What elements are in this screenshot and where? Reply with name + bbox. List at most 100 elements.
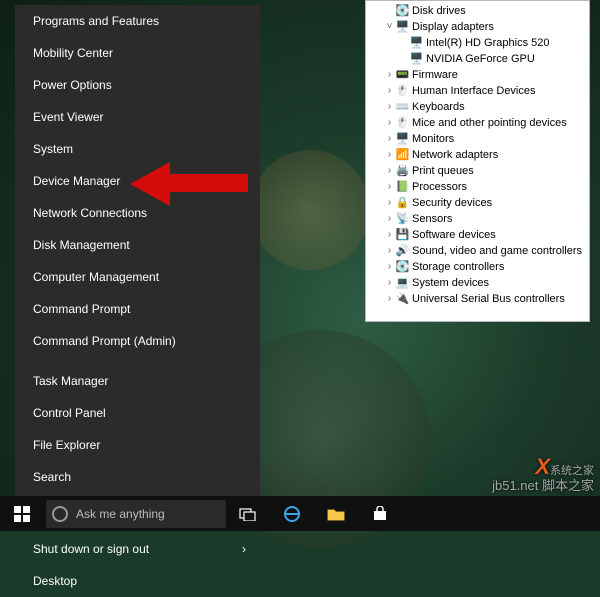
chevron-right-icon[interactable]: › xyxy=(384,243,395,259)
tree-node-keyboards[interactable]: ›⌨️Keyboards xyxy=(370,99,585,115)
device-icon: 📟 xyxy=(395,69,410,82)
tree-node-firmware[interactable]: ›📟Firmware xyxy=(370,67,585,83)
device-icon: ⌨️ xyxy=(395,101,410,114)
folder-icon xyxy=(327,507,345,521)
start-button[interactable] xyxy=(0,496,44,531)
tree-node-storage-controllers[interactable]: ›💽Storage controllers xyxy=(370,259,585,275)
winx-item-event-viewer[interactable]: Event Viewer xyxy=(15,101,260,133)
tree-label: Firmware xyxy=(410,67,458,83)
task-view-icon xyxy=(239,507,257,521)
tree-label: Human Interface Devices xyxy=(410,83,536,99)
tree-node-disk-drives[interactable]: 💽Disk drives xyxy=(370,3,585,19)
tree-node-network-adapters[interactable]: ›📶Network adapters xyxy=(370,147,585,163)
device-icon: 📶 xyxy=(395,149,410,162)
device-icon: 💽 xyxy=(395,261,410,274)
tree-label: Network adapters xyxy=(410,147,498,163)
tree-node-security-devices[interactable]: ›🔒Security devices xyxy=(370,195,585,211)
tree-node-nvidia-geforce-gpu[interactable]: 🖥️NVIDIA GeForce GPU xyxy=(370,51,585,67)
tree-node-universal-serial-bus-controllers[interactable]: ›🔌Universal Serial Bus controllers xyxy=(370,291,585,307)
tree-node-processors[interactable]: ›📗Processors xyxy=(370,179,585,195)
taskbar-app-edge[interactable] xyxy=(270,496,314,531)
chevron-right-icon[interactable]: › xyxy=(384,115,395,131)
device-icon: 💽 xyxy=(395,5,410,18)
tree-node-display-adapters[interactable]: ˅🖥️Display adapters xyxy=(370,19,585,35)
tree-node-intel-r-hd-graphics-520[interactable]: 🖥️Intel(R) HD Graphics 520 xyxy=(370,35,585,51)
cortana-search-box[interactable]: Ask me anything xyxy=(46,500,226,528)
tree-label: Processors xyxy=(410,179,467,195)
chevron-right-icon: › xyxy=(242,542,246,556)
device-icon: 🖥️ xyxy=(409,37,424,50)
tree-node-system-devices[interactable]: ›💻System devices xyxy=(370,275,585,291)
device-icon: 💾 xyxy=(395,229,410,242)
cortana-placeholder: Ask me anything xyxy=(76,507,165,521)
tree-node-monitors[interactable]: ›🖥️Monitors xyxy=(370,131,585,147)
device-manager-window: 💽Disk drives˅🖥️Display adapters🖥️Intel(R… xyxy=(365,0,590,322)
chevron-right-icon[interactable]: › xyxy=(384,83,395,99)
device-icon: 💻 xyxy=(395,277,410,290)
chevron-right-icon[interactable]: › xyxy=(384,195,395,211)
tree-label: Print queues xyxy=(410,163,474,179)
winx-item-system[interactable]: System xyxy=(15,133,260,165)
tree-node-sound-video-and-game-controllers[interactable]: ›🔊Sound, video and game controllers xyxy=(370,243,585,259)
winx-item-computer-management[interactable]: Computer Management xyxy=(15,261,260,293)
tree-label: Software devices xyxy=(410,227,496,243)
taskbar: Ask me anything xyxy=(0,496,600,531)
device-icon: 🖱️ xyxy=(395,117,410,130)
tree-label: Keyboards xyxy=(410,99,465,115)
winx-item-command-prompt[interactable]: Command Prompt xyxy=(15,293,260,325)
device-icon: 🖥️ xyxy=(409,53,424,66)
device-icon: 🖱️ xyxy=(395,85,410,98)
winx-item-desktop[interactable]: Desktop xyxy=(15,565,260,597)
chevron-right-icon[interactable]: › xyxy=(384,179,395,195)
tree-label: Display adapters xyxy=(410,19,494,35)
winx-item-programs-and-features[interactable]: Programs and Features xyxy=(15,5,260,37)
device-icon: 📡 xyxy=(395,213,410,226)
winx-item-shut-down-or-sign-out[interactable]: Shut down or sign out › xyxy=(15,533,260,565)
winx-item-file-explorer[interactable]: File Explorer xyxy=(15,429,260,461)
taskbar-app-store[interactable] xyxy=(358,496,402,531)
tree-label: Disk drives xyxy=(410,3,466,19)
winx-item-device-manager[interactable]: Device Manager xyxy=(15,165,260,197)
device-icon: 🔒 xyxy=(395,197,410,210)
winx-item-power-options[interactable]: Power Options xyxy=(15,69,260,101)
taskbar-app-explorer[interactable] xyxy=(314,496,358,531)
tree-label: System devices xyxy=(410,275,489,291)
chevron-right-icon[interactable]: › xyxy=(384,211,395,227)
tree-node-human-interface-devices[interactable]: ›🖱️Human Interface Devices xyxy=(370,83,585,99)
menu-label: Shut down or sign out xyxy=(33,542,149,556)
winx-item-command-prompt-admin[interactable]: Command Prompt (Admin) xyxy=(15,325,260,357)
chevron-right-icon[interactable]: › xyxy=(384,275,395,291)
tree-node-print-queues[interactable]: ›🖨️Print queues xyxy=(370,163,585,179)
winx-item-disk-management[interactable]: Disk Management xyxy=(15,229,260,261)
windows-logo-icon xyxy=(14,506,30,522)
tree-label: NVIDIA GeForce GPU xyxy=(424,51,535,67)
tree-node-sensors[interactable]: ›📡Sensors xyxy=(370,211,585,227)
chevron-right-icon[interactable]: › xyxy=(384,131,395,147)
device-icon: 🖥️ xyxy=(395,133,410,146)
tree-label: Storage controllers xyxy=(410,259,504,275)
chevron-right-icon[interactable]: › xyxy=(384,163,395,179)
tree-node-software-devices[interactable]: ›💾Software devices xyxy=(370,227,585,243)
tree-node-mice-and-other-pointing-devices[interactable]: ›🖱️Mice and other pointing devices xyxy=(370,115,585,131)
device-icon: 🔊 xyxy=(395,245,410,258)
cortana-ring-icon xyxy=(52,506,68,522)
winx-item-mobility-center[interactable]: Mobility Center xyxy=(15,37,260,69)
tree-label: Sound, video and game controllers xyxy=(410,243,582,259)
chevron-right-icon[interactable]: › xyxy=(384,227,395,243)
winx-item-search[interactable]: Search xyxy=(15,461,260,493)
winx-item-network-connections[interactable]: Network Connections xyxy=(15,197,260,229)
watermark: X系统之家 jb51.net 脚本之家 xyxy=(492,455,594,493)
winx-item-task-manager[interactable]: Task Manager xyxy=(15,365,260,397)
tree-label: Intel(R) HD Graphics 520 xyxy=(424,35,550,51)
store-icon xyxy=(372,506,388,522)
chevron-right-icon[interactable]: › xyxy=(384,147,395,163)
winx-item-control-panel[interactable]: Control Panel xyxy=(15,397,260,429)
chevron-right-icon[interactable]: › xyxy=(384,99,395,115)
chevron-right-icon[interactable]: › xyxy=(384,67,395,83)
chevron-down-icon[interactable]: ˅ xyxy=(384,19,395,35)
task-view-button[interactable] xyxy=(226,496,270,531)
device-icon: 🔌 xyxy=(395,293,410,306)
chevron-right-icon[interactable]: › xyxy=(384,291,395,307)
tree-label: Sensors xyxy=(410,211,452,227)
chevron-right-icon[interactable]: › xyxy=(384,259,395,275)
